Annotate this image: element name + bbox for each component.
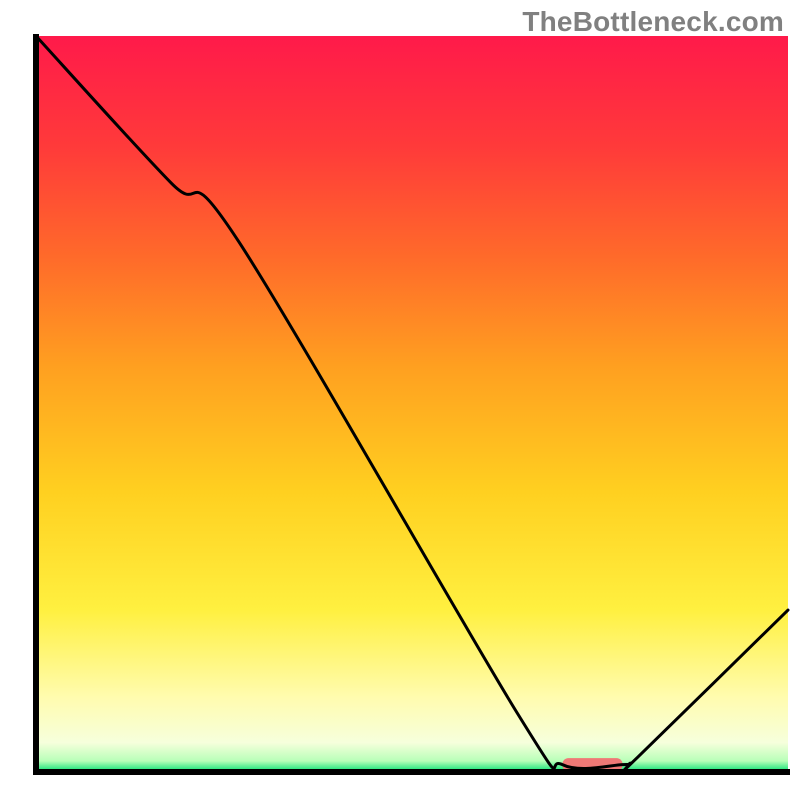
chart-canvas xyxy=(0,0,800,800)
watermark-label: TheBottleneck.com xyxy=(522,6,784,38)
plot-background xyxy=(36,36,788,772)
bottleneck-chart: TheBottleneck.com xyxy=(0,0,800,800)
